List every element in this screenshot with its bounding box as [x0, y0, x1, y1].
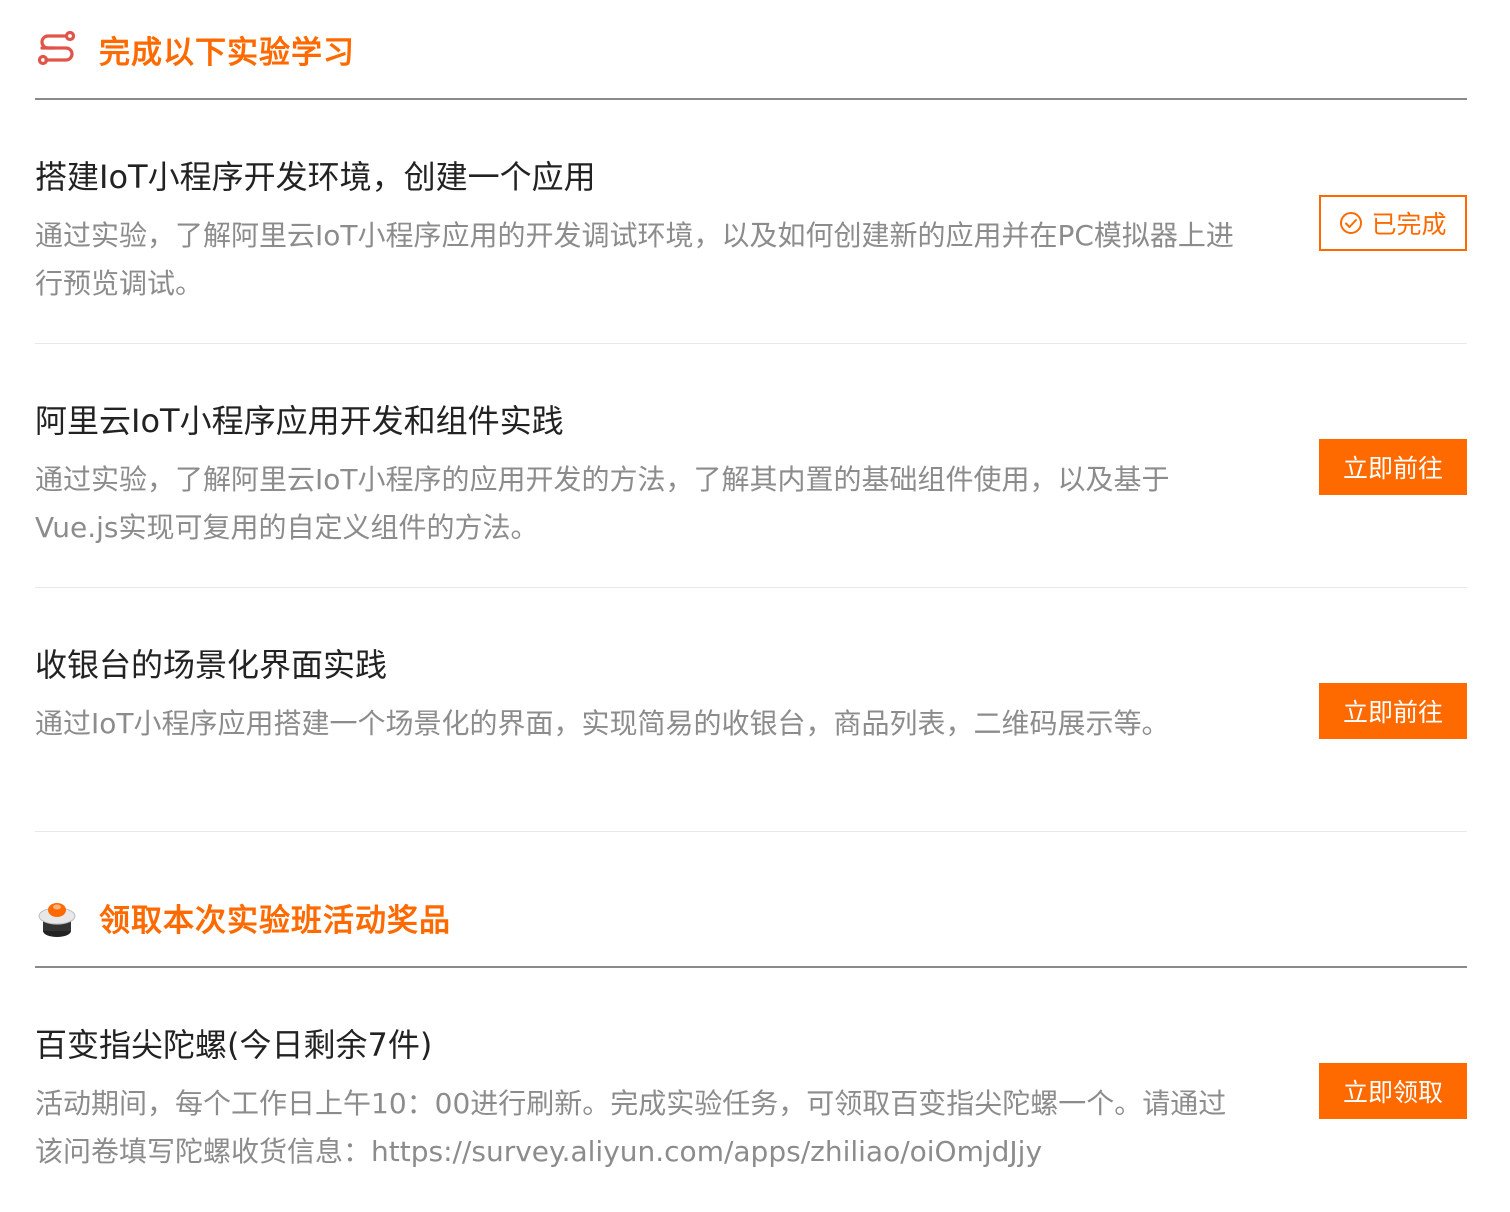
experiment-description: 通过IoT小程序应用搭建一个场景化的界面，实现简易的收银台，商品列表，二维码展示… [35, 707, 1170, 740]
reward-description: 活动期间，每个工作日上午10：00进行刷新。完成实验任务，可领取百变指尖陀螺一个… [35, 1087, 1227, 1168]
experiment-title: 阿里云IoT小程序应用开发和组件实践 [35, 402, 564, 440]
experiment-item: 阿里云IoT小程序应用开发和组件实践 通过实验，了解阿里云IoT小程序的应用开发… [35, 344, 1467, 588]
gyroscope-prize-icon [35, 895, 79, 939]
experiments-section-title: 完成以下实验学习 [99, 34, 355, 71]
route-icon [35, 27, 79, 71]
experiments-section-header: 完成以下实验学习 [35, 0, 1467, 100]
reward-title: 百变指尖陀螺(今日剩余7件) [35, 1026, 433, 1064]
go-button[interactable]: 立即前往 [1319, 683, 1467, 739]
experiment-description: 通过实验，了解阿里云IoT小程序的应用开发的方法，了解其内置的基础组件使用，以及… [35, 463, 1170, 544]
reward-item: 百变指尖陀螺(今日剩余7件) 活动期间，每个工作日上午10：00进行刷新。完成实… [35, 968, 1467, 1212]
check-circle-icon [1339, 211, 1363, 235]
go-button[interactable]: 立即前往 [1319, 439, 1467, 495]
page-content: 完成以下实验学习 搭建IoT小程序开发环境，创建一个应用 通过实验，了解阿里云I… [35, 0, 1467, 1212]
reward-section-title: 领取本次实验班活动奖品 [99, 902, 451, 939]
experiment-title: 收银台的场景化界面实践 [35, 646, 388, 684]
claim-button[interactable]: 立即领取 [1319, 1063, 1467, 1119]
experiment-item: 搭建IoT小程序开发环境，创建一个应用 通过实验，了解阿里云IoT小程序应用的开… [35, 100, 1467, 344]
completed-button-label: 已完成 [1371, 210, 1447, 239]
reward-section-header: 领取本次实验班活动奖品 [35, 868, 1467, 968]
experiment-item: 收银台的场景化界面实践 通过IoT小程序应用搭建一个场景化的界面，实现简易的收银… [35, 588, 1467, 832]
experiment-title: 搭建IoT小程序开发环境，创建一个应用 [35, 158, 596, 196]
experiment-description: 通过实验，了解阿里云IoT小程序应用的开发调试环境，以及如何创建新的应用并在PC… [35, 219, 1234, 300]
completed-button[interactable]: 已完成 [1319, 195, 1467, 251]
